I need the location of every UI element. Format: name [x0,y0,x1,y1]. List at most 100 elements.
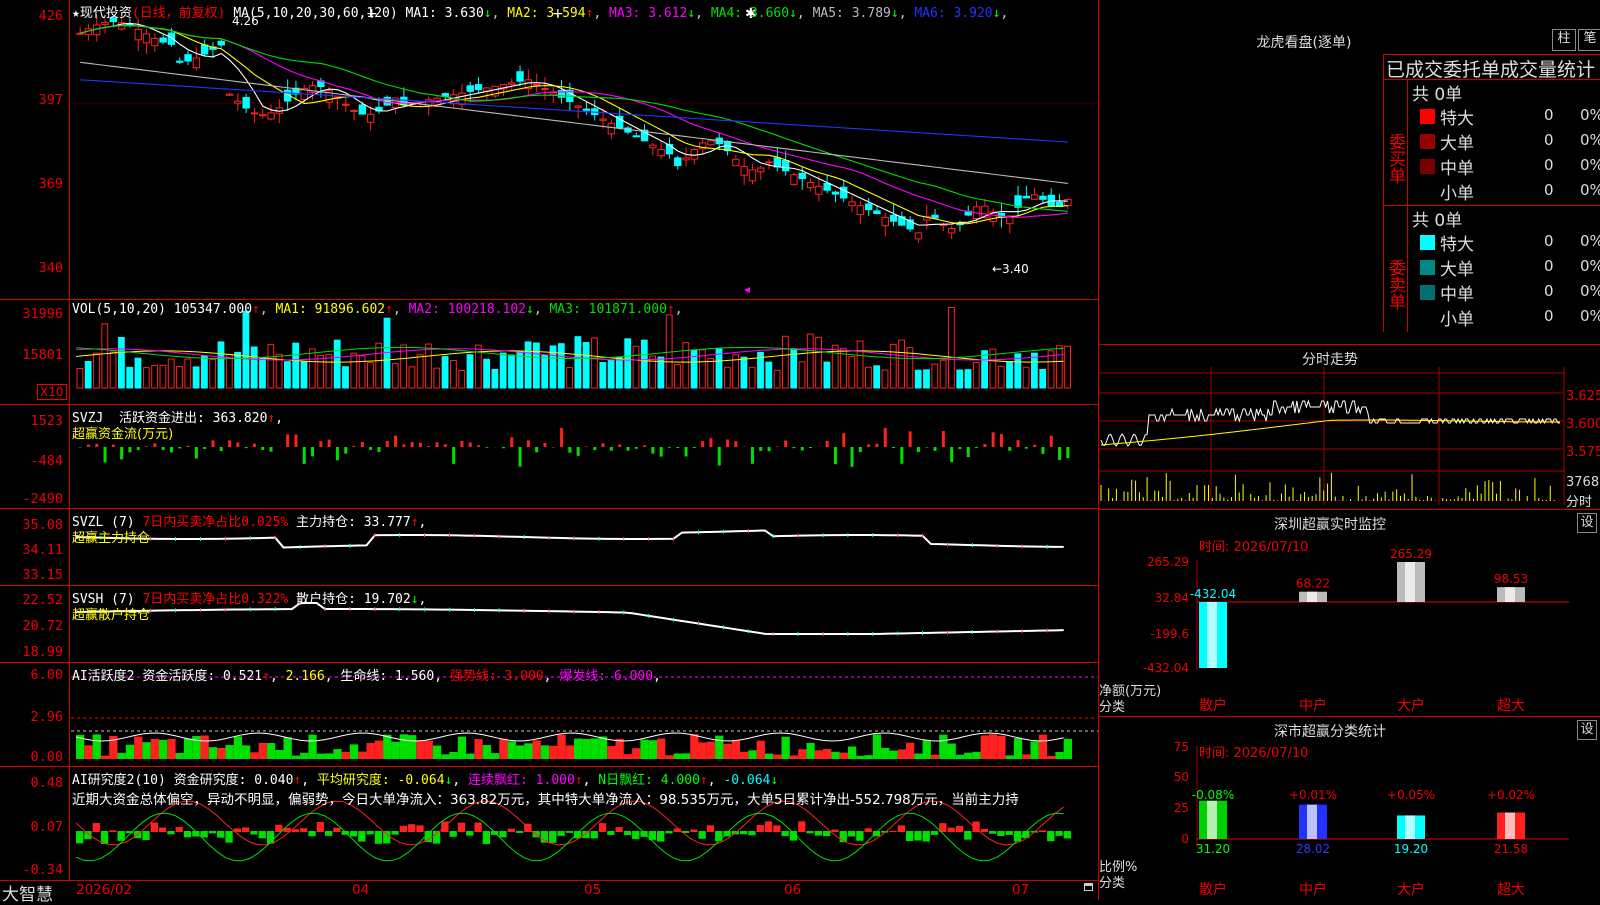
svsh-value: 19.702 [363,592,411,607]
research-bar [922,831,930,842]
research-bar [449,831,457,837]
svsh-pane[interactable]: 22.52 20.72 18.99 SVSH (7) 7日内买卖净占比0.322… [0,586,1098,663]
price-pane[interactable]: 426 397 369 340 + + ✱ ★现代投资(日线，前复权) MA(5,1… [0,0,1098,300]
research-bar [715,831,723,842]
research-bar [408,824,416,832]
activity-bar [582,739,591,759]
activity-bar [383,734,392,759]
order-row[interactable]: 大单 0 0% [1410,255,1600,280]
value-label: 28.02 [1296,842,1330,856]
research-bar [1063,831,1071,839]
price-legend: ★现代投资(日线，前复权) MA(5,10,20,30,60,120) MA1:… [72,6,1009,21]
candle [350,109,358,112]
ma-legend-item: MA1: 3.630↓ [406,6,492,21]
ma-legend-item: MA2: 3.594↑ [507,6,593,21]
activity-bar [673,753,682,759]
activity-bar [731,739,740,759]
position-line [75,602,1064,635]
intraday-panel[interactable]: 分时走势 3.625 3.600 3.575 3768 分时 [1099,345,1600,510]
activity-bar [715,735,724,759]
tick-mode-button[interactable]: 笔 [1578,29,1600,51]
period-label[interactable]: (日线，前复权) [132,6,226,21]
order-type: 特大 [1440,235,1474,255]
volume-bar [582,342,590,389]
life-line-value: 1.560 [395,669,435,684]
cat-label: 分类 [1099,700,1126,715]
order-total: 共 0单 [1412,211,1463,231]
activity-bar [358,751,367,759]
svzj-value: 363.820 [212,411,268,426]
candle [242,96,250,109]
activity-bar [864,755,873,759]
research-bar [349,831,358,837]
candle [574,105,582,108]
lock-icon[interactable] [1084,883,1093,891]
volume-pane[interactable]: 31996 15801 X10 VOL(5,10,20) 105347.000↑… [0,300,1098,405]
order-pct: 0% [1580,131,1600,149]
research-bar [740,831,748,835]
research-bar [756,825,764,832]
order-count: 0 [1544,181,1554,199]
ma-arrow: ↑ [385,302,393,317]
ai-research-pane[interactable]: 0.48 0.07 -0.34 AI研究度2(10) 资金研究度: 0.040↑… [0,767,1098,880]
svzj-pane[interactable]: 1523 -484 -2490 SVZJ 活跃资金进出: 363.820↑, 超… [0,405,1098,509]
category-label: 超大 [1497,882,1525,898]
ma-legend-item: MA4: 3.660↓ [711,6,797,21]
order-row[interactable]: 特大 0 0% [1410,230,1600,255]
research-bar [300,828,308,832]
activity-bar [872,734,882,759]
bar-mode-button[interactable]: 柱 [1552,29,1576,51]
order-pct: 0% [1580,307,1600,325]
activity-bar [1063,738,1072,759]
category-label: 大户 [1397,881,1425,898]
order-type: 小单 [1440,310,1474,330]
volume-bar [1006,361,1013,389]
svzl-pane[interactable]: 35.08 34.11 33.15 SVZL (7) 7日内买卖净占比0.025… [0,509,1098,586]
color-swatch [1420,260,1435,275]
activity-bar [806,742,815,759]
order-row[interactable]: 中单 0 0% [1410,280,1600,305]
order-row[interactable]: 小单 0 0% [1410,179,1600,204]
ma-value: 100218.102 [439,302,526,317]
volume-bar [284,361,291,389]
ai-active-pane[interactable]: 6.00 2.96 0.00 AI活跃度2 资金活跃度: 0.521↑, 2.1… [0,663,1098,767]
ma-value: 3.920 [945,6,993,21]
candle [707,140,715,146]
order-row[interactable]: 大单 0 0% [1410,129,1600,154]
activity-bar [1030,741,1039,759]
candle [142,33,151,44]
volume-bar [109,351,117,389]
volume-bar [723,366,731,389]
volume-bar [765,361,773,389]
candle [159,37,167,43]
ma-line [80,25,1068,225]
stock-title[interactable]: ★现代投资 [72,6,132,21]
ma-value: 91896.602 [306,302,386,317]
research-bar [814,831,822,836]
activity-bar [623,754,633,759]
bar-highlight [1405,562,1415,602]
svsh-ratio: 7日内买卖净占比0.322% [142,592,289,607]
net-flow-bar-chart[interactable]: 265.29 32.84 -199.6 -432.04 -432.04 散户 68.22 中户… [1099,510,1600,717]
order-row[interactable]: 特大 0 0% [1410,104,1600,129]
activity-bar [142,742,151,759]
ma-name: MA2: [507,6,539,21]
candle [541,87,549,90]
x-label: 05 [584,882,602,898]
category-label: 超大 [1497,698,1525,714]
activity-bar [540,745,550,759]
order-pct: 0% [1580,257,1600,275]
order-row[interactable]: 小单 0 0% [1410,305,1600,330]
research-bar [806,831,814,834]
research-bar [242,827,250,832]
order-row[interactable]: 中单 0 0% [1410,154,1600,179]
ratio-bar-chart[interactable]: 75 50 25 0 散户 -0.08% 31.20 中户 +0.01% 28.02 大户 +0.05… [1099,717,1600,900]
category-label: 中户 [1299,697,1327,714]
ma-arrow: ↓ [890,6,899,21]
svzl-subtitle: 超赢主力持仓 [72,531,151,546]
intraday-chart[interactable] [1099,345,1600,510]
sz-class-panel[interactable]: 深市超赢分类统计 设 时间: 2026/07/10 75 50 25 0 散户 -0.08… [1099,717,1600,900]
volume-bar [259,357,266,389]
candlestick-chart[interactable]: + + ✱ [0,0,1098,300]
sz-monitor-panel[interactable]: 深圳超赢实时监控 设 时间: 2026/07/10 265.29 32.84 -19… [1099,510,1600,717]
